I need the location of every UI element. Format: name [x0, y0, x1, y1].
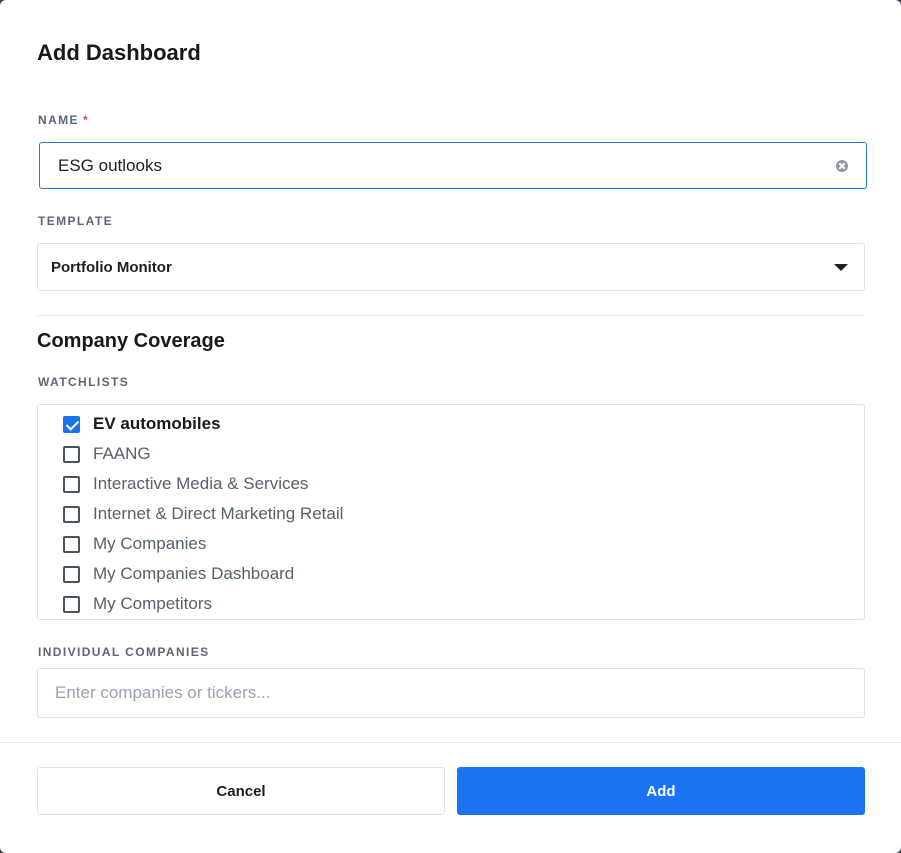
name-input[interactable]: ESG outlooks: [39, 142, 867, 189]
clear-icon[interactable]: [836, 159, 848, 172]
footer-divider: [0, 742, 901, 743]
watchlist-item[interactable]: Interactive Media & Services: [38, 469, 864, 499]
checkbox-checked-icon[interactable]: [63, 415, 80, 433]
caret-down-icon[interactable]: [834, 263, 848, 271]
cancel-button[interactable]: Cancel: [37, 767, 445, 815]
template-label: TEMPLATE: [38, 214, 113, 228]
template-select[interactable]: Portfolio Monitor: [37, 243, 865, 291]
watchlist-item-label[interactable]: Interactive Media & Services: [93, 474, 308, 494]
watchlist-item[interactable]: FAANG: [38, 439, 864, 469]
checkbox-icon[interactable]: [63, 475, 80, 493]
watchlist-item-label[interactable]: My Companies: [93, 534, 206, 554]
watchlist-item-label[interactable]: Internet & Direct Marketing Retail: [93, 504, 343, 524]
name-label: NAME *: [38, 113, 89, 127]
section-divider: [37, 315, 864, 316]
individual-companies-input[interactable]: [37, 668, 865, 718]
watchlist-item-label[interactable]: EV automobiles: [93, 414, 221, 434]
watchlist-list: EV automobiles FAANG Interactive Media &…: [37, 404, 865, 620]
add-dashboard-dialog: Add Dashboard NAME * ESG outlooks TEMPLAT…: [0, 0, 901, 853]
watchlist-item[interactable]: My Competitors: [38, 589, 864, 619]
checkbox-icon[interactable]: [63, 595, 80, 613]
watchlist-item[interactable]: My Companies Dashboard: [38, 559, 864, 589]
required-marker: *: [82, 113, 90, 127]
name-input-value[interactable]: ESG outlooks: [58, 156, 836, 176]
checkbox-icon[interactable]: [63, 505, 80, 523]
watchlist-item[interactable]: Internet & Direct Marketing Retail: [38, 499, 864, 529]
add-button[interactable]: Add: [457, 767, 865, 815]
watchlist-item[interactable]: EV automobiles: [38, 409, 864, 439]
checkbox-icon[interactable]: [63, 565, 80, 583]
watchlist-item-label[interactable]: FAANG: [93, 444, 151, 464]
checkbox-icon[interactable]: [63, 445, 80, 463]
watchlist-item[interactable]: My Companies: [38, 529, 864, 559]
watchlist-item-label[interactable]: My Companies Dashboard: [93, 564, 294, 584]
dialog-title: Add Dashboard: [37, 40, 201, 65]
checkbox-icon[interactable]: [63, 535, 80, 553]
company-coverage-title: Company Coverage: [37, 330, 225, 352]
individual-companies-label: INDIVIDUAL COMPANIES: [38, 645, 210, 659]
name-label-text: NAME: [38, 113, 79, 127]
watchlist-item-label[interactable]: My Competitors: [93, 594, 212, 614]
template-select-value[interactable]: Portfolio Monitor: [51, 259, 834, 276]
watchlists-label: WATCHLISTS: [38, 375, 130, 389]
